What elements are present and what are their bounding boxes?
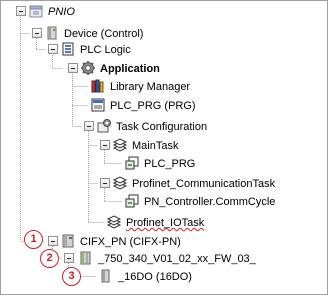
collapse-toggle[interactable]: [84, 121, 94, 131]
task-configuration-icon: [97, 119, 111, 133]
tree-node-16do-module[interactable]: _16DO (16DO): [98, 267, 228, 285]
program-call-icon: [125, 194, 139, 208]
project-icon: [29, 5, 43, 18]
module-icon: [101, 269, 110, 283]
program-call-icon: [125, 156, 139, 170]
io-device-icon: [80, 251, 91, 265]
collapse-toggle[interactable]: [16, 6, 26, 16]
application-gear-icon: [81, 61, 95, 75]
callout-badge: 1: [24, 230, 43, 249]
tree-label: PLC_PRG: [144, 158, 196, 170]
tree-node-main-task[interactable]: MainTask: [90, 136, 190, 154]
collapse-toggle[interactable]: [64, 253, 74, 263]
tree-node-plc-prg[interactable]: PLC_PRG (PRG): [90, 97, 220, 115]
library-books-icon: [91, 79, 104, 93]
program-pou-icon: [91, 98, 105, 112]
tree-node-main-task-call[interactable]: PLC_PRG: [124, 155, 224, 173]
tree-label: Library Manager: [110, 81, 191, 93]
tree-label: Profinet_CommunicationTask: [132, 178, 276, 190]
tree-label: Task Configuration: [116, 121, 208, 133]
task-icon: [112, 176, 128, 190]
tree-label: _750_340_V01_02_xx_FW_03_: [98, 253, 256, 265]
tree-label: CIFX_PN (CIFX-PN): [80, 236, 181, 248]
device-icon: [47, 26, 57, 40]
tree-node-cifx-pn[interactable]: CIFX_PN (CIFX-PN): [38, 232, 198, 250]
tree-label: Profinet_IOTask: [126, 217, 205, 229]
tree-node-task-configuration[interactable]: Task Configuration: [74, 117, 224, 135]
collapse-toggle[interactable]: [100, 178, 110, 188]
tree-node-library-manager[interactable]: Library Manager: [90, 78, 220, 96]
collapse-toggle[interactable]: [32, 28, 42, 38]
tree-node-plc-logic[interactable]: PLC Logic: [38, 40, 158, 58]
tree-label: MainTask: [132, 140, 179, 152]
collapse-toggle[interactable]: [100, 140, 110, 150]
callout-badge: 3: [62, 267, 81, 286]
callout-badge: 2: [40, 249, 59, 268]
tree-node-profinet-comm-call[interactable]: PN_Controller.CommCycle: [124, 193, 314, 211]
task-icon: [112, 138, 128, 152]
tree-label: Application: [100, 63, 160, 75]
tree-node-profinet-communication-task[interactable]: Profinet_CommunicationTask: [90, 174, 290, 192]
tree-label: PN_Controller.CommCycle: [144, 196, 276, 208]
tree-label: PNIO: [48, 6, 75, 18]
tree-node-pnio[interactable]: PNIO: [6, 3, 76, 21]
tree-node-750-device[interactable]: _750_340_V01_02_xx_FW_03_: [54, 249, 274, 267]
tree-node-profinet-io-task[interactable]: Profinet_IOTask: [106, 213, 256, 231]
tree-label: PLC_PRG (PRG): [110, 100, 196, 112]
plc-logic-icon: [62, 42, 74, 56]
collapse-toggle[interactable]: [48, 236, 58, 246]
tree-label: PLC Logic: [80, 44, 131, 56]
fieldbus-device-icon: [62, 234, 74, 248]
tree-label: Device (Control): [64, 28, 144, 40]
collapse-toggle[interactable]: [48, 44, 58, 54]
task-icon: [106, 215, 122, 229]
tree-node-application[interactable]: Application: [58, 59, 178, 77]
collapse-toggle[interactable]: [68, 63, 78, 73]
tree-label: _16DO (16DO): [118, 271, 192, 283]
